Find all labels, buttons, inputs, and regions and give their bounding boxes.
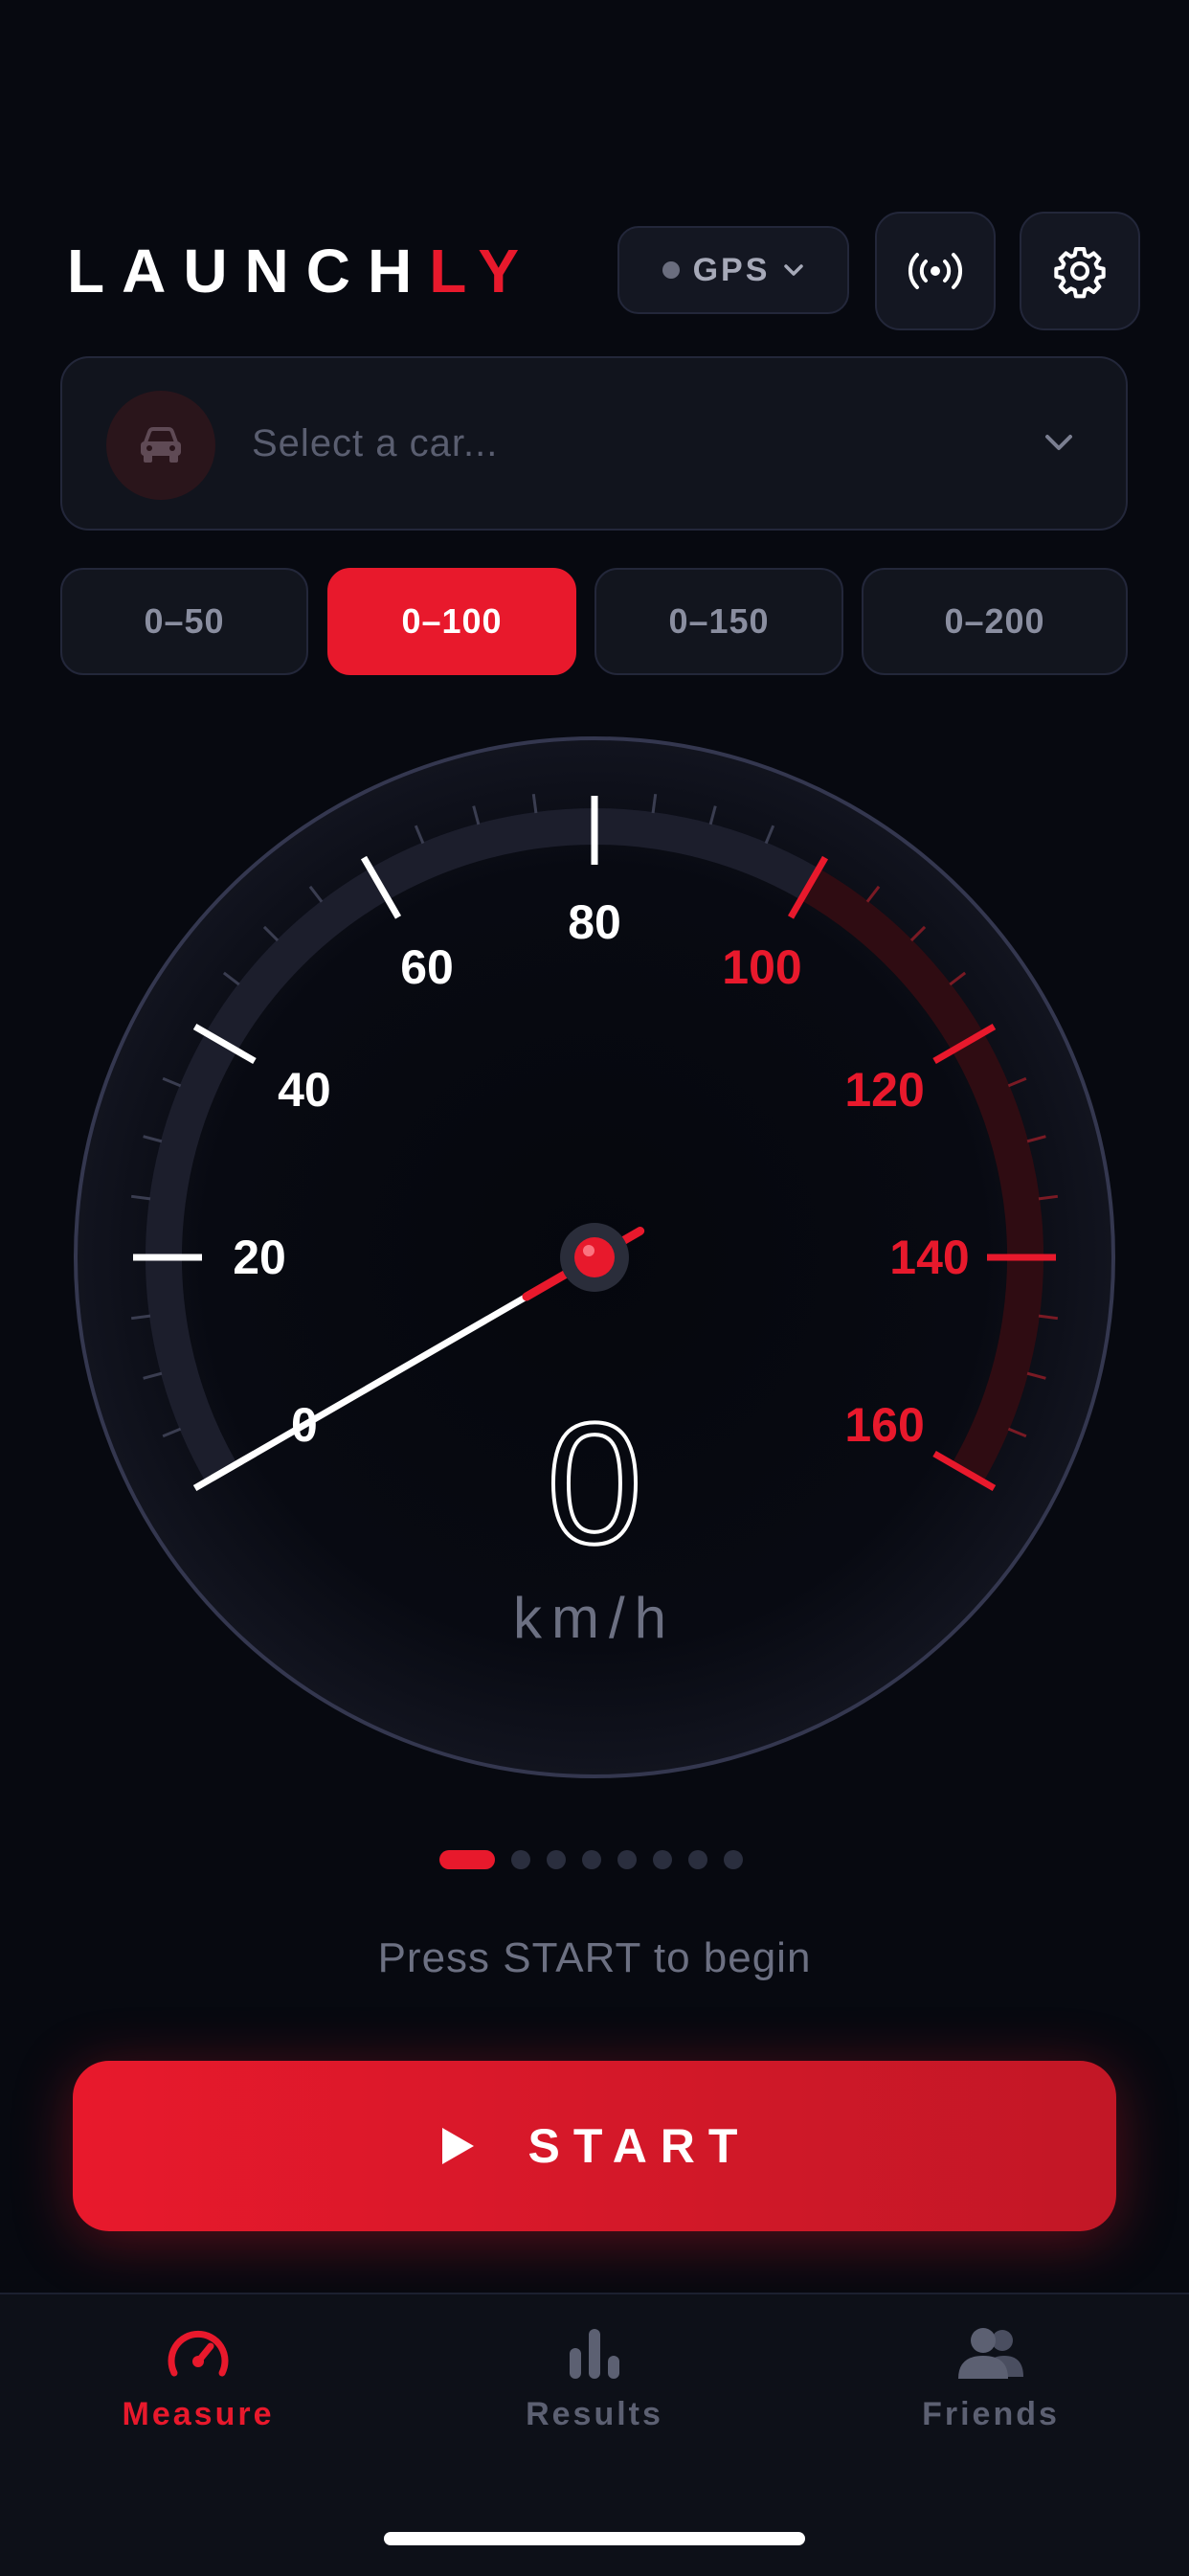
gauge-tick [262, 925, 280, 942]
page-dot[interactable] [724, 1850, 743, 1869]
gear-icon [1054, 246, 1106, 299]
page-dot[interactable] [582, 1850, 601, 1869]
speed-readout: 0 [545, 1388, 644, 1580]
gauge-tick [909, 925, 927, 942]
car-icon [141, 427, 181, 463]
gauge-tick [143, 1135, 163, 1143]
gauge-hub-highlight [583, 1245, 594, 1256]
gauge-tick [222, 971, 240, 986]
gauge-needle-base [522, 1227, 645, 1301]
gauge-hub-dot [574, 1237, 615, 1277]
gauge-needle [210, 1293, 530, 1481]
gauge-tick [651, 793, 658, 814]
page-dot[interactable] [511, 1850, 530, 1869]
gauge-redline-zone [800, 868, 1043, 1482]
chevron-down-icon [784, 264, 804, 276]
start-button[interactable]: START [73, 2061, 1116, 2231]
tab-results-label: Results [526, 2396, 663, 2432]
gauge-label-20: 20 [233, 1231, 286, 1284]
gauge-tick [764, 825, 775, 845]
users-icon [958, 2328, 1023, 2379]
broadcast-button[interactable] [875, 212, 996, 330]
gauge-label-60: 60 [400, 940, 454, 994]
gauge-tick [1026, 1371, 1046, 1380]
gauge-tick [130, 1314, 151, 1321]
play-icon [441, 2128, 474, 2164]
gauge-tick [308, 885, 324, 903]
gauge-hub [560, 1223, 629, 1292]
gauge-tick [1007, 1427, 1027, 1438]
gauge-label-160: 160 [844, 1398, 924, 1452]
page-indicator [439, 1849, 743, 1870]
tab-measure-label: Measure [122, 2396, 275, 2432]
page-dot[interactable] [653, 1850, 672, 1869]
gauge-tick [865, 885, 881, 903]
gauge-tick [143, 1371, 163, 1380]
gauge-tick [192, 1450, 257, 1492]
gauge-tick [472, 805, 481, 825]
logo-text-main: LAUNCH [67, 237, 430, 305]
chevron-down-icon [1045, 435, 1072, 450]
gauge-tick [1038, 1194, 1059, 1201]
tab-friends-label: Friends [922, 2396, 1060, 2432]
range-0-50[interactable]: 0–50 [60, 568, 308, 675]
gps-status-dot [662, 261, 680, 279]
gauge-tick [531, 793, 538, 814]
app-logo: LAUNCHLY [67, 237, 536, 305]
car-avatar [106, 391, 215, 500]
gps-label: GPS [692, 251, 771, 288]
tab-measure[interactable]: Measure [55, 2323, 342, 2467]
range-0-200[interactable]: 0–200 [862, 568, 1128, 675]
page-dot[interactable] [439, 1850, 495, 1869]
tab-results[interactable]: Results [451, 2323, 738, 2467]
gauge-tick [414, 825, 425, 845]
gauge-tick [932, 1450, 997, 1492]
gps-source-selector[interactable]: GPS [617, 226, 849, 314]
bar-chart-icon [570, 2329, 619, 2379]
gauge-label-40: 40 [278, 1063, 331, 1117]
gauge-label-120: 120 [844, 1063, 924, 1117]
gauge-tick [162, 1427, 182, 1438]
broadcast-icon [908, 253, 963, 289]
speedometer-icon [168, 2330, 229, 2377]
tab-friends[interactable]: Friends [847, 2323, 1134, 2467]
status-hint: Press START to begin [377, 1934, 812, 1981]
gauge-label-80: 80 [568, 895, 621, 949]
page-dot[interactable] [617, 1850, 637, 1869]
car-select-placeholder: Select a car... [252, 422, 499, 464]
gauge-tick [1038, 1314, 1059, 1321]
gauge-tick [360, 855, 402, 919]
gauge-tick [932, 1023, 997, 1065]
range-0-150[interactable]: 0–150 [594, 568, 843, 675]
start-label: START [527, 2119, 752, 2173]
gauge-tick [1026, 1135, 1046, 1143]
page-dot[interactable] [688, 1850, 707, 1869]
home-indicator [384, 2532, 805, 2545]
page-dot[interactable] [547, 1850, 566, 1869]
gauge-track [146, 808, 819, 1482]
gauge-tick [1007, 1076, 1027, 1088]
car-selector[interactable]: Select a car... [60, 356, 1128, 531]
gauge-label-0: 0 [291, 1398, 318, 1452]
gauge-tick [949, 971, 967, 986]
speed-unit: km/h [512, 1586, 677, 1650]
gauge-label-100: 100 [722, 940, 801, 994]
settings-button[interactable] [1020, 212, 1140, 330]
range-0-100[interactable]: 0–100 [327, 568, 576, 675]
gauge-tick [130, 1194, 151, 1201]
gauge-tick [192, 1023, 257, 1065]
gauge-label-140: 140 [889, 1231, 969, 1284]
logo-text-accent: LY [429, 237, 537, 305]
gauge-tick [162, 1076, 182, 1088]
gauge-tick [787, 855, 829, 919]
gauge-tick [708, 805, 717, 825]
